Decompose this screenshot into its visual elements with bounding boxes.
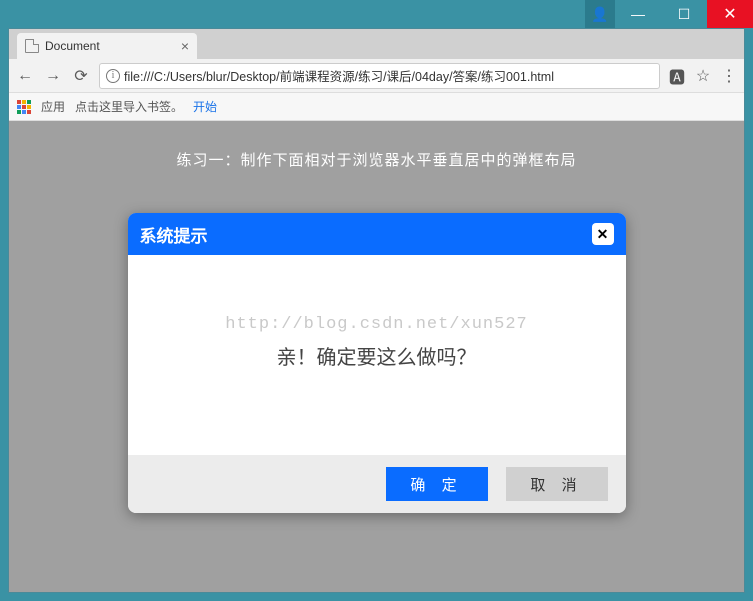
menu-icon[interactable]: ⋮ [720,67,738,85]
user-account-button[interactable]: 👤 [585,0,615,28]
start-link[interactable]: 开始 [193,98,217,115]
window-titlebar: 👤 — ☐ ✕ [0,0,753,28]
dialog-message: 亲！确定要这么做吗？ [277,341,477,370]
address-bar[interactable]: i file:///C:/Users/blur/Desktop/前端课程资源/练… [99,63,660,89]
cancel-button[interactable]: 取 消 [506,467,608,501]
watermark-text: http://blog.csdn.net/xun527 [225,315,527,334]
forward-button[interactable]: → [43,66,63,86]
dialog-close-button[interactable]: ✕ [592,223,614,245]
translate-icon[interactable]: 🅰 [668,67,686,85]
site-info-icon[interactable]: i [106,69,120,83]
browser-tab[interactable]: Document × [17,33,197,59]
bookmark-star-icon[interactable]: ☆ [694,67,712,85]
apps-label[interactable]: 应用 [41,98,65,115]
tab-strip: Document × [9,29,744,59]
confirm-button[interactable]: 确 定 [386,467,488,501]
bookmarks-bar: 应用 点击这里导入书签。 开始 [9,93,744,121]
window-maximize-button[interactable]: ☐ [661,0,707,28]
modal-dialog: 系统提示 ✕ http://blog.csdn.net/xun527 亲！确定要… [128,213,626,513]
dialog-body: http://blog.csdn.net/xun527 亲！确定要这么做吗？ [128,255,626,455]
reload-button[interactable]: ⟳ [71,66,91,86]
tab-close-button[interactable]: × [181,39,189,53]
window-close-button[interactable]: ✕ [707,0,753,28]
dialog-header: 系统提示 ✕ [128,213,626,255]
dialog-footer: 确 定 取 消 [128,455,626,513]
back-button[interactable]: ← [15,66,35,86]
apps-icon[interactable] [17,100,31,114]
browser-toolbar: ← → ⟳ i file:///C:/Users/blur/Desktop/前端… [9,59,744,93]
page-icon [25,39,39,53]
tab-title: Document [45,39,100,53]
window-minimize-button[interactable]: — [615,0,661,28]
page-heading: 练习一：制作下面相对于浏览器水平垂直居中的弹框布局 [9,121,744,170]
browser-window: Document × ← → ⟳ i file:///C:/Users/blur… [8,28,745,593]
dialog-title: 系统提示 [140,222,208,247]
import-hint: 点击这里导入书签。 [75,98,183,115]
url-text: file:///C:/Users/blur/Desktop/前端课程资源/练习/… [124,66,554,85]
page-viewport: 练习一：制作下面相对于浏览器水平垂直居中的弹框布局 系统提示 ✕ http://… [9,121,744,592]
